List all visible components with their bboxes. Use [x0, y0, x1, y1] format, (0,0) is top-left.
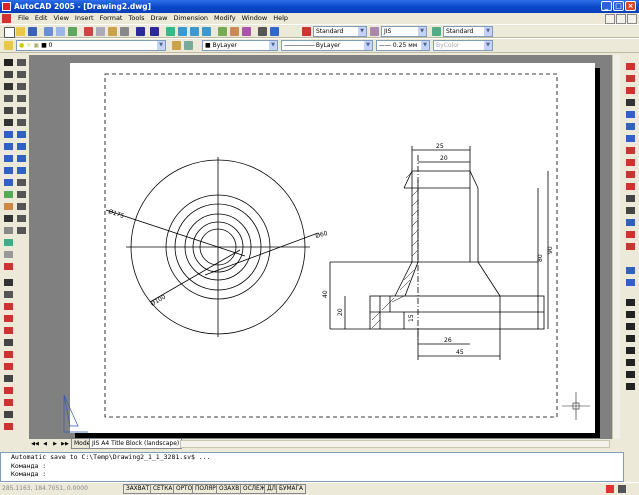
status-bar: 285.1163, 184.7051, 0.0000 ЗАХВАТ СЕТКА …	[0, 482, 639, 495]
printable-area-border	[104, 73, 558, 418]
command-window[interactable]: Automatic save to C:\Temp\Drawing2_1_1_3…	[0, 452, 624, 482]
tab-next-icon[interactable]: ▶	[51, 440, 59, 448]
command-prompt[interactable]: Команда :	[11, 470, 623, 479]
dim-80-label: 80	[537, 254, 544, 262]
hatch-pattern	[371, 171, 419, 329]
tray-settings-icon[interactable]	[618, 485, 626, 493]
drawing-layer: Ø175 Ø60 Ø100 25 20 90 80 40 20 15 26 45	[63, 73, 590, 433]
dim-d175-label: Ø175	[107, 208, 125, 220]
tab-first-icon[interactable]: ◀◀	[31, 440, 39, 448]
taper-left	[394, 261, 413, 297]
dim-90-label: 90	[547, 246, 554, 254]
taper-right	[477, 261, 501, 297]
tab-last-icon[interactable]: ▶▶	[61, 440, 69, 448]
leader-d60	[204, 232, 319, 276]
dim-15-label: 15	[408, 314, 415, 322]
taper-left-inner	[404, 261, 419, 297]
top-flange	[403, 170, 479, 189]
command-scrollbar[interactable]	[624, 452, 639, 482]
crosshair-cursor	[562, 392, 590, 420]
communication-center-icon[interactable]	[606, 485, 614, 493]
coordinate-readout: 285.1163, 184.7051, 0.0000	[2, 485, 88, 492]
front-view	[105, 157, 319, 337]
grid-toggle[interactable]: СЕТКА	[150, 484, 176, 494]
horizontal-scrollbar[interactable]	[180, 440, 610, 448]
paper-toggle[interactable]: БУМАГА	[276, 484, 306, 494]
snap-toggle[interactable]: ЗАХВАТ	[123, 484, 153, 494]
ucs-icon	[63, 394, 88, 433]
dim-d100-label: Ø100	[150, 293, 168, 307]
dim-d60-label: Ø60	[315, 230, 329, 240]
dim-25-label: 25	[436, 143, 444, 150]
osnap-toggle[interactable]: ОЗАХВ	[216, 484, 243, 494]
dim-45-label: 45	[456, 349, 464, 356]
side-view	[329, 146, 549, 360]
tab-layout[interactable]: JIS A4 Title Block (landscape)	[89, 439, 183, 449]
vertical-scrollbar[interactable]	[612, 55, 620, 439]
dim-40-label: 40	[322, 290, 329, 298]
dim-26-label: 26	[444, 337, 452, 344]
polar-toggle[interactable]: ПОЛЯР	[192, 484, 219, 494]
base-block	[369, 295, 545, 330]
tab-prev-icon[interactable]: ◀	[41, 440, 49, 448]
dim-20v-label: 20	[337, 308, 344, 316]
command-history-line: Команда :	[11, 461, 47, 470]
dim-20-label: 20	[440, 155, 448, 162]
command-history-line: Automatic save to C:\Temp\Drawing2_1_1_3…	[11, 453, 211, 461]
